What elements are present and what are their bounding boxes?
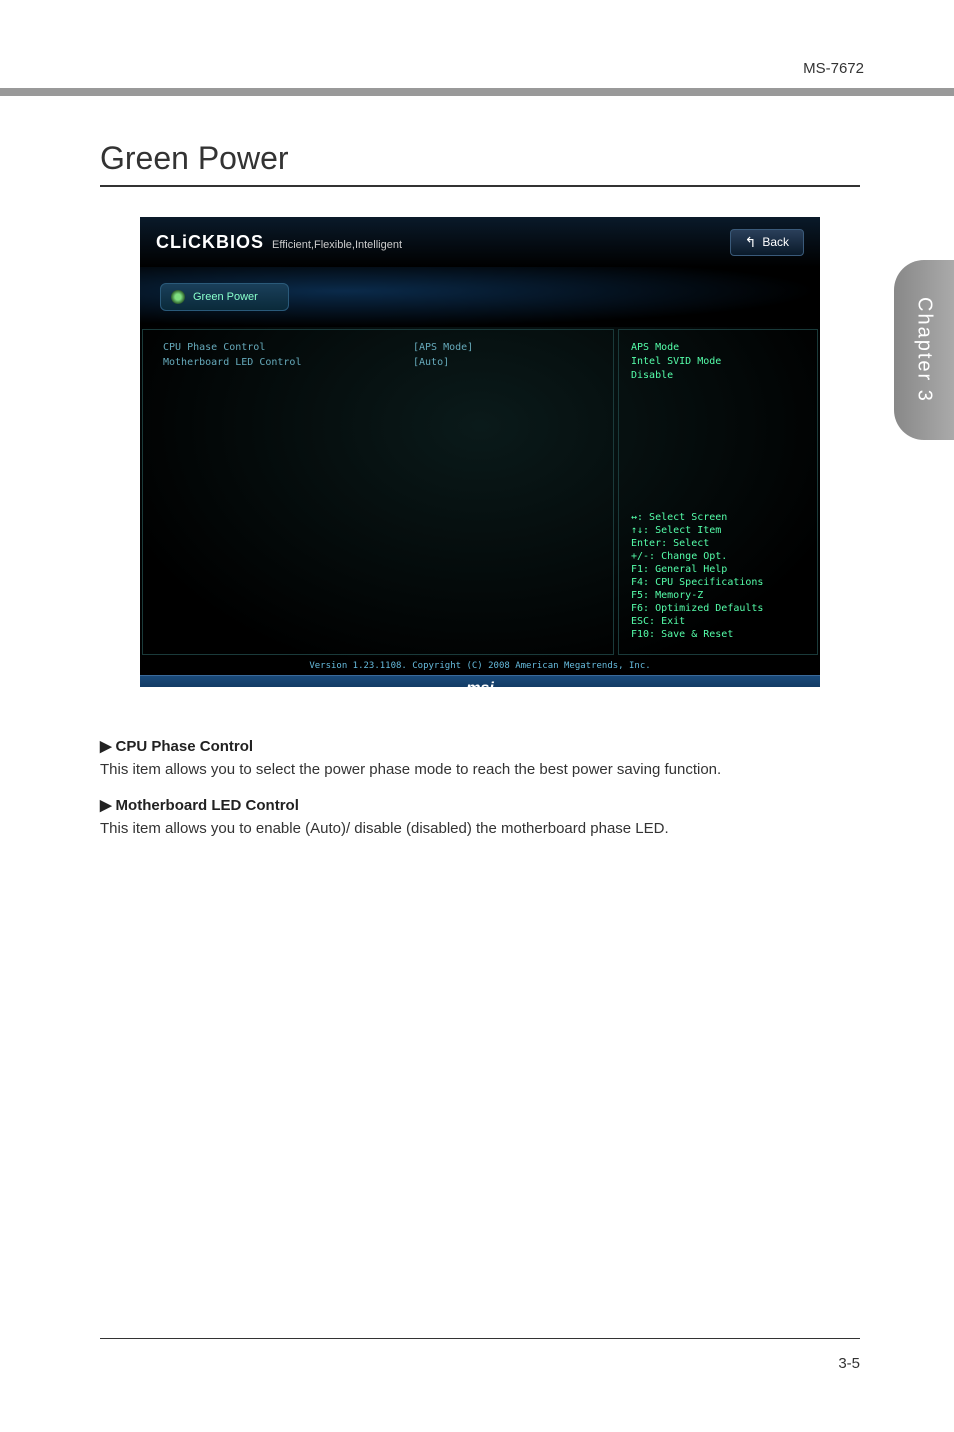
- help-line: F4: CPU Specifications: [631, 577, 805, 588]
- option-item[interactable]: Intel SVID Mode: [631, 356, 805, 367]
- help-line: F1: General Help: [631, 564, 805, 575]
- back-button[interactable]: ↰ Back: [730, 229, 804, 256]
- help-line: ESC: Exit: [631, 616, 805, 627]
- tab-label: Green Power: [193, 291, 258, 303]
- bios-options: APS Mode Intel SVID Mode Disable: [631, 342, 805, 384]
- setting-value: [APS Mode]: [413, 342, 473, 353]
- arrow-icon: ▶: [100, 797, 112, 814]
- desc-text: This item allows you to select the power…: [100, 759, 860, 782]
- header-divider: [0, 88, 954, 96]
- chapter-side-tab: Chapter 3: [894, 260, 954, 440]
- desc-heading-text: Motherboard LED Control: [116, 797, 299, 814]
- setting-row[interactable]: CPU Phase Control [APS Mode]: [163, 342, 593, 353]
- help-line: F10: Save & Reset: [631, 629, 805, 640]
- help-line: Enter: Select: [631, 538, 805, 549]
- bios-logo-main: CLiCKBIOS: [156, 232, 264, 253]
- tab-green-power[interactable]: Green Power: [160, 283, 289, 311]
- back-arrow-icon: ↰: [745, 234, 757, 251]
- help-line: F6: Optimized Defaults: [631, 603, 805, 614]
- help-line: +/-: Change Opt.: [631, 551, 805, 562]
- bios-help: ↔: Select Screen ↑↓: Select Item Enter: …: [631, 512, 805, 642]
- page-number: 3-5: [838, 1355, 860, 1372]
- setting-value: [Auto]: [413, 357, 449, 368]
- option-item[interactable]: Disable: [631, 370, 805, 381]
- description-block: ▶CPU Phase Control This item allows you …: [100, 737, 860, 840]
- bios-logo: CLiCKBIOS Efficient,Flexible,Intelligent: [156, 232, 402, 253]
- page-content: Green Power CLiCKBIOS Efficient,Flexible…: [100, 140, 860, 854]
- page-header-model: MS-7672: [803, 60, 864, 77]
- help-line: ↔: Select Screen: [631, 512, 805, 523]
- page-footer: 3-5: [100, 1338, 860, 1372]
- bios-screenshot: CLiCKBIOS Efficient,Flexible,Intelligent…: [140, 217, 820, 687]
- bios-topbar: CLiCKBIOS Efficient,Flexible,Intelligent…: [140, 217, 820, 267]
- bios-tabbar: Green Power: [140, 267, 820, 327]
- help-line: F5: Memory-Z: [631, 590, 805, 601]
- help-line: ↑↓: Select Item: [631, 525, 805, 536]
- bulb-icon: [171, 290, 185, 304]
- section-title: Green Power: [100, 140, 860, 187]
- desc-heading-text: CPU Phase Control: [116, 738, 254, 755]
- desc-heading: ▶CPU Phase Control: [100, 737, 860, 755]
- bios-brand-bar: msi: [140, 675, 820, 687]
- option-item[interactable]: APS Mode: [631, 342, 805, 353]
- setting-label: CPU Phase Control: [163, 342, 413, 353]
- bios-settings-panel: CPU Phase Control [APS Mode] Motherboard…: [142, 329, 614, 655]
- setting-label: Motherboard LED Control: [163, 357, 413, 368]
- setting-row[interactable]: Motherboard LED Control [Auto]: [163, 357, 593, 368]
- back-button-label: Back: [762, 235, 789, 249]
- arrow-icon: ▶: [100, 738, 112, 755]
- bios-version: Version 1.23.1108. Copyright (C) 2008 Am…: [140, 657, 820, 675]
- bios-help-panel: APS Mode Intel SVID Mode Disable ↔: Sele…: [618, 329, 818, 655]
- bios-body: CPU Phase Control [APS Mode] Motherboard…: [140, 327, 820, 657]
- desc-heading: ▶Motherboard LED Control: [100, 796, 860, 814]
- desc-text: This item allows you to enable (Auto)/ d…: [100, 818, 860, 841]
- chapter-label: Chapter 3: [913, 297, 936, 403]
- bios-logo-sub: Efficient,Flexible,Intelligent: [272, 239, 402, 251]
